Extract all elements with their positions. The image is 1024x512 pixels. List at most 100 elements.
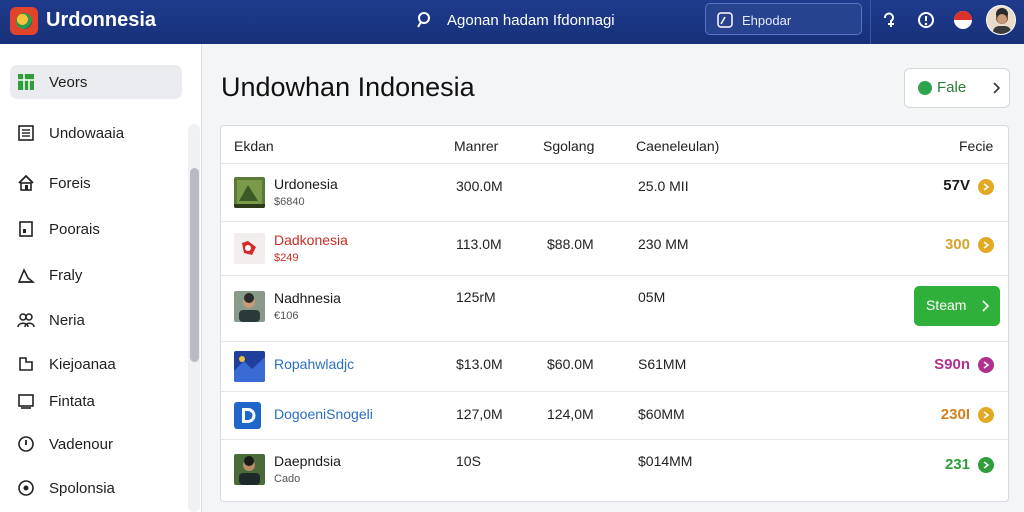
stream-button-label: Steam [926,297,967,313]
sidebar-item-fraly[interactable]: Fraly [10,258,182,292]
column-header[interactable]: Ekdan [234,138,274,154]
sidebar-item-label: Fraly [49,266,83,284]
file-button-label: Fale [937,79,967,96]
stream-button[interactable]: Steam [914,286,1000,326]
sidebar-item-neria[interactable]: Neria [10,303,182,337]
search-icon[interactable] [416,11,434,29]
search-input[interactable] [742,10,857,30]
info-icon[interactable] [915,9,937,31]
cell-caeneleulan: 230 MM [638,236,689,252]
chart-icon [16,265,36,285]
coin-icon [978,407,994,423]
cell-manrer: 300.0M [456,178,503,194]
table-row[interactable]: Urdonesia $6840 300.0M 25.0 MII 57V [221,163,1008,221]
sidebar-item-kiejoanaa[interactable]: Kiejoanaa [10,347,182,381]
folder-icon [16,391,36,411]
sidebar: Veors Undowaaia Foreis Poorais Fraly Ner… [0,44,202,512]
column-header[interactable]: Sgolang [543,138,594,154]
column-header[interactable]: Caeneleulan) [636,138,719,154]
document-icon [16,123,36,143]
app-title: Urdonnesia [46,9,157,31]
sidebar-item-label: Foreis [49,174,91,192]
cell-manrer: 10S [456,453,481,469]
row-name: Dadkonesia [274,232,348,248]
row-value: 230I [940,406,970,423]
thumbnail-image [234,291,265,322]
row-subtitle: €106 [274,310,299,322]
cell-sgolang: $60.0M [547,356,594,372]
page-icon [16,219,36,239]
sidebar-item-label: Neria [49,311,85,329]
row-value: 57V [943,177,970,194]
coin-icon [978,357,994,373]
chevron-right-icon [993,82,1001,94]
sidebar-item-label: Spolonsia [49,479,115,497]
cell-caeneleulan: 25.0 MII [638,178,689,194]
cell-manrer: 125rM [456,289,496,305]
pin-icon[interactable] [880,9,902,31]
flag-icon[interactable] [952,9,974,31]
cell-manrer: 113.0M [456,236,502,252]
data-table: Ekdan Manrer Sgolang Caeneleulan) Fecie … [220,125,1009,502]
sidebar-item-spolonsia[interactable]: Spolonsia [10,471,182,505]
sidebar-item-fintata[interactable]: Fintata [10,384,182,418]
sidebar-item-foreis[interactable]: Foreis [10,166,182,200]
row-value: 300 [944,236,970,253]
header-divider [870,0,871,44]
sidebar-item-poorais[interactable]: Poorais [10,212,182,246]
sidebar-item-label: Veors [49,73,88,91]
row-name: Daepndsia [274,453,341,469]
sidebar-item-label: Poorais [49,220,100,238]
column-header[interactable]: Manrer [454,138,498,154]
people-icon [16,310,36,330]
row-subtitle: $249 [274,252,299,264]
column-header[interactable]: Fecie [959,138,993,154]
sidebar-item-label: Fintata [49,392,95,410]
row-subtitle: Cado [274,473,301,485]
file-button[interactable]: Fale [904,68,1010,108]
cell-caeneleulan: $014MM [638,453,693,469]
top-bar: Urdonnesia Agonan hadam Ifdonnagi [0,0,1024,44]
app-logo[interactable] [10,7,38,35]
row-name: Urdonesia [274,176,338,192]
thumbnail-image [234,177,265,208]
status-icon [918,81,932,95]
table-row[interactable]: Ropahwladjc $13.0M $60.0M S61MM S90n [221,341,1008,391]
sidebar-item-label: Vadenour [49,435,113,453]
table-row[interactable]: Dadkonesia $249 113.0M $88.0M 230 MM 300 [221,221,1008,275]
sidebar-item-label: Kiejoanaa [49,355,116,373]
cell-sgolang: $88.0M [547,236,594,252]
sidebar-item-vadenour[interactable]: Vadenour [10,427,182,461]
check-icon [978,457,994,473]
sidebar-item-undowaaia[interactable]: Undowaaia [10,116,182,150]
row-value: 231 [944,456,970,473]
table-row[interactable]: Nadhnesia €106 125rM 05M Steam [221,275,1008,341]
settings-icon [16,478,36,498]
cell-caeneleulan: 05M [638,289,666,305]
search-box[interactable] [705,3,862,35]
table-row[interactable]: DogoeniSnogeli 127,0M 124,0M $60MM 230I [221,391,1008,439]
search-icon [717,12,733,28]
sidebar-scrollbar-thumb[interactable] [190,168,199,362]
row-name: Nadhnesia [274,290,341,306]
page-title: Undowhan Indonesia [221,72,475,102]
cell-sgolang: 124,0M [547,406,594,422]
row-subtitle: $6840 [274,196,305,208]
home-icon [16,173,36,193]
user-avatar[interactable] [986,5,1016,35]
table-row[interactable]: Daepndsia Cado 10S $014MM 231 [221,439,1008,501]
cell-manrer: $13.0M [456,356,503,372]
row-name: Ropahwladjc [274,356,355,372]
thumbnail-image [234,454,265,485]
cell-caeneleulan: $60MM [638,406,685,422]
grid-icon [16,72,36,92]
clock-icon [16,434,36,454]
row-name: DogoeniSnogeli [274,406,373,422]
thumbnail-image [234,351,265,382]
sidebar-item-label: Undowaaia [49,124,125,142]
sidebar-item-veors[interactable]: Veors [10,65,182,99]
cell-caeneleulan: S61MM [638,356,687,372]
thumbnail-image [234,233,265,264]
thumbnail-image [234,402,261,429]
row-value: S90n [934,356,970,373]
